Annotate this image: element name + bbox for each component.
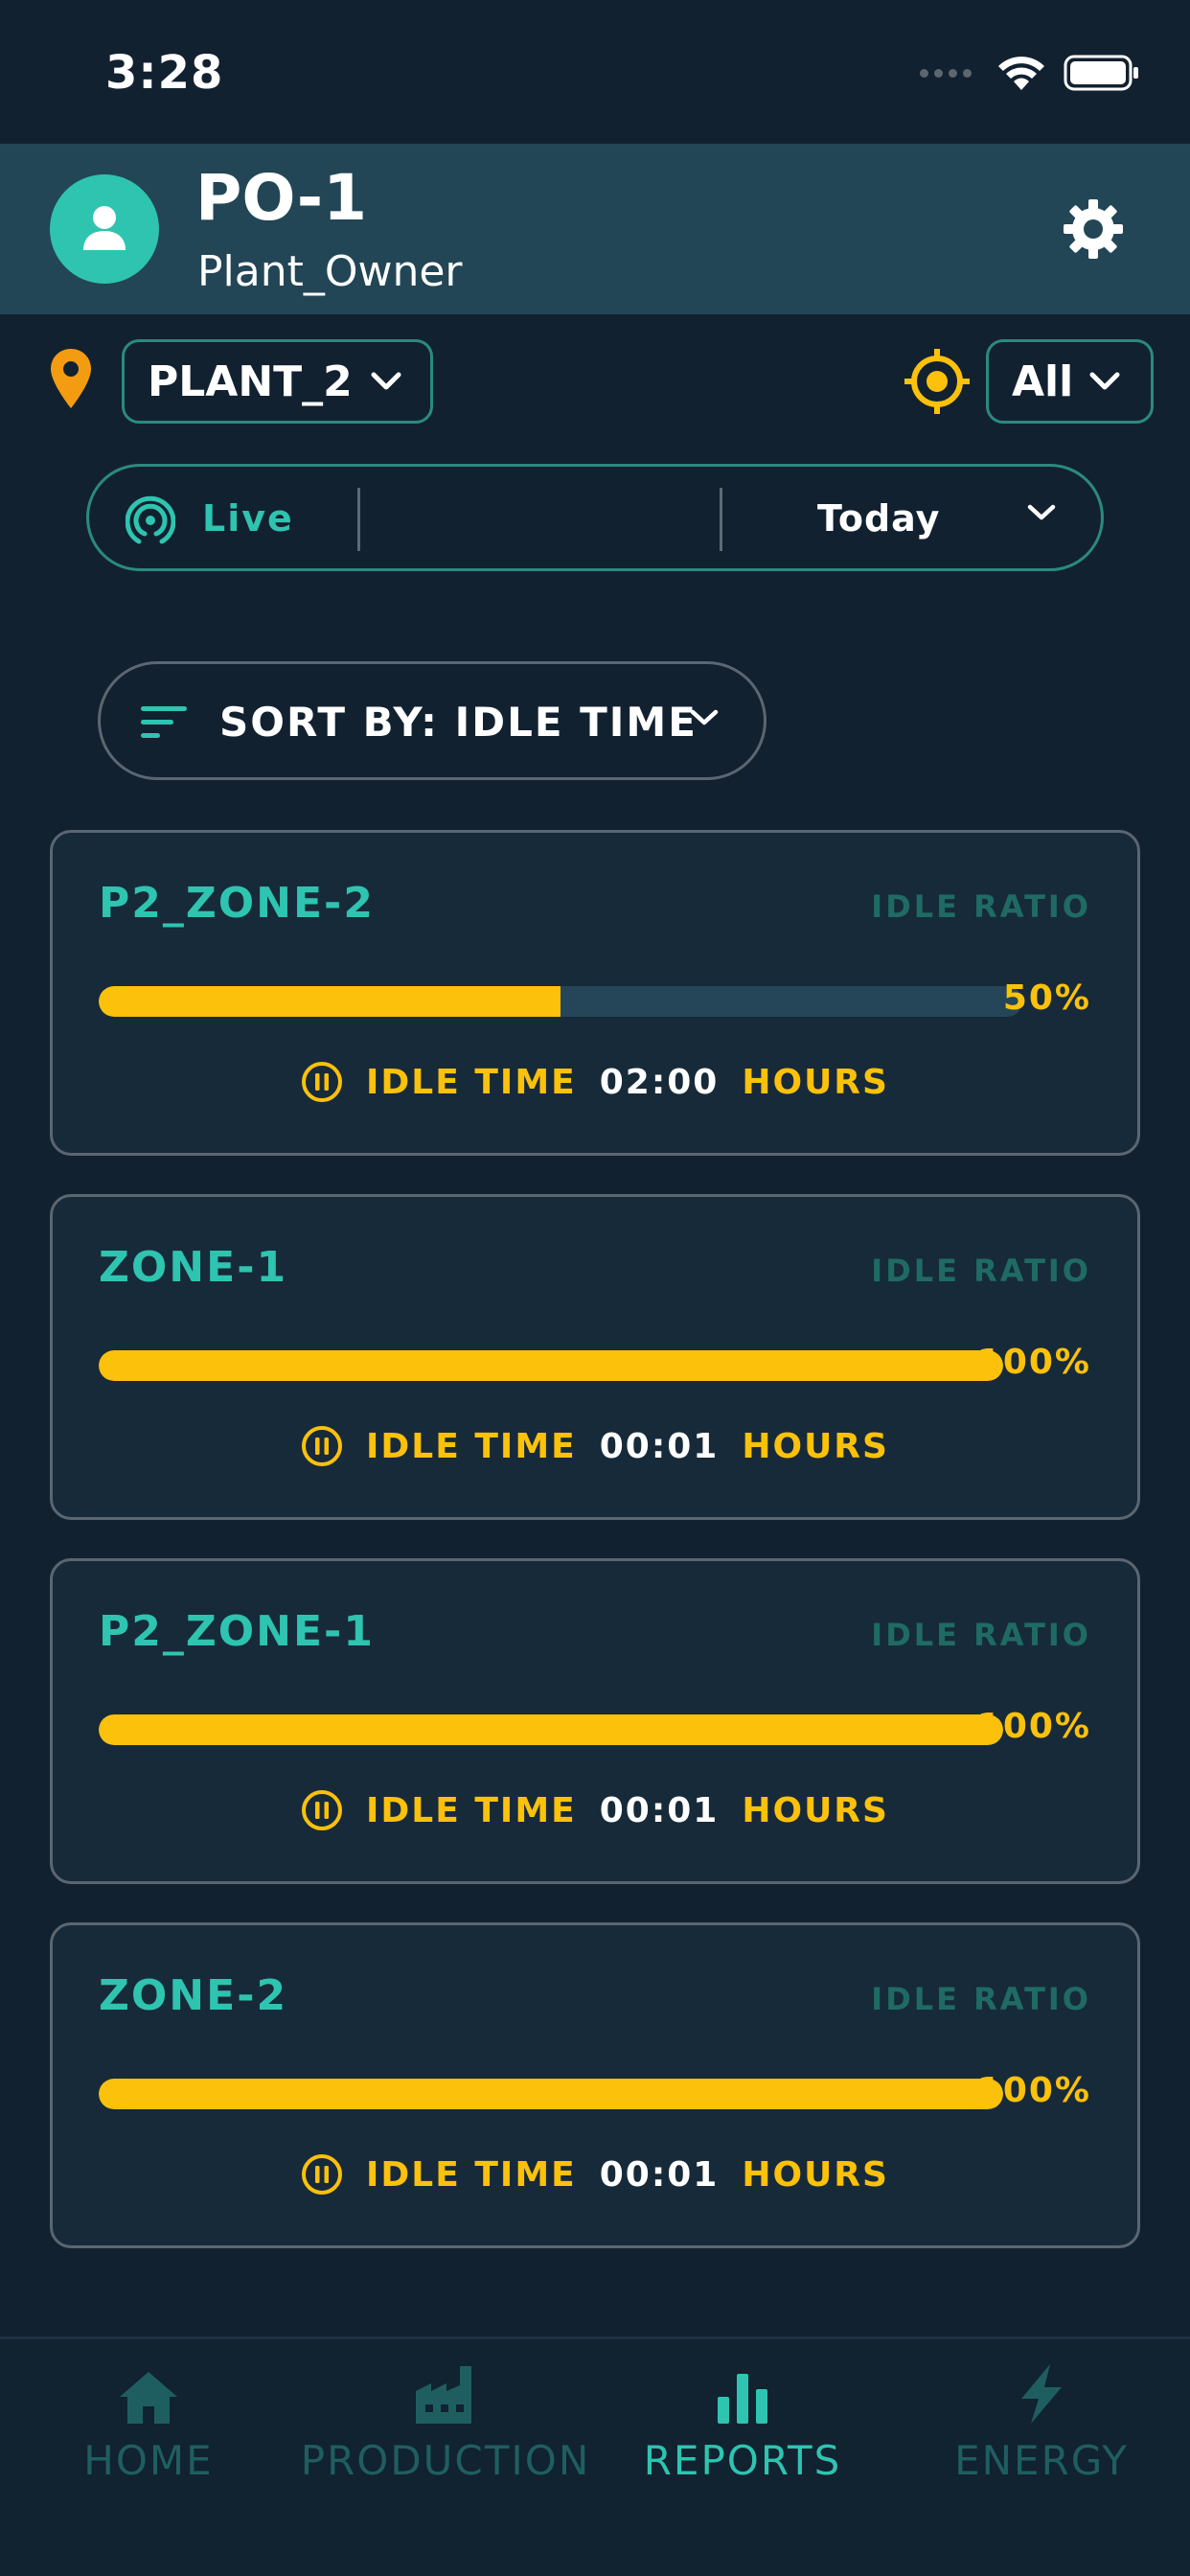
- sort-button[interactable]: SORT BY: IDLE TIME: [98, 661, 767, 780]
- cellular-signal-icon: [920, 68, 972, 78]
- idle-time-unit: HOURS: [742, 1426, 889, 1466]
- nav-energy-label: ENERGY: [954, 2437, 1129, 2484]
- idle-time-unit: HOURS: [742, 1790, 889, 1830]
- idle-ratio-fill: [99, 1350, 1003, 1381]
- zone-card[interactable]: P2_ZONE-1 IDLE RATIO 100% IDLE TIME 00:0…: [50, 1558, 1140, 1884]
- bar-chart-icon: [718, 2374, 767, 2424]
- idle-ratio-label: IDLE RATIO: [871, 1253, 1091, 1289]
- idle-ratio-bar: [99, 1350, 1003, 1381]
- live-toggle[interactable]: Live: [202, 497, 294, 540]
- avatar[interactable]: [50, 174, 159, 284]
- idle-ratio-percent: 100%: [976, 1343, 1091, 1382]
- home-icon: [120, 2372, 177, 2424]
- divider: [720, 488, 722, 551]
- gear-icon[interactable]: [1062, 197, 1125, 261]
- user-name: PO-1: [195, 161, 368, 235]
- wifi-icon: [998, 57, 1044, 90]
- period-dropdown[interactable]: Today: [817, 497, 940, 540]
- idle-time-row: IDLE TIME 02:00 HOURS: [53, 1061, 1137, 1103]
- pause-circle-icon: [302, 1062, 343, 1102]
- idle-time-label: IDLE TIME: [366, 1426, 577, 1466]
- idle-time-value: 00:01: [599, 2154, 720, 2195]
- chevron-down-icon: [371, 372, 401, 390]
- nav-energy[interactable]: ENERGY: [893, 2339, 1190, 2512]
- idle-time-label: IDLE TIME: [366, 1790, 577, 1830]
- zone-card[interactable]: ZONE-1 IDLE RATIO 100% IDLE TIME 00:01 H…: [50, 1194, 1140, 1520]
- target-icon[interactable]: [903, 347, 972, 416]
- status-time: 3:28: [105, 46, 224, 100]
- idle-time-row: IDLE TIME 00:01 HOURS: [53, 1789, 1137, 1831]
- user-role: Plant_Owner: [197, 247, 463, 296]
- idle-time-value: 00:01: [599, 1426, 720, 1466]
- idle-ratio-fill: [99, 2079, 1003, 2109]
- idle-time-label: IDLE TIME: [366, 1062, 577, 1102]
- nav-reports-label: REPORTS: [643, 2437, 842, 2484]
- location-pin-icon: [51, 349, 91, 408]
- idle-ratio-percent: 100%: [976, 1707, 1091, 1746]
- idle-ratio-bar: [99, 2079, 1003, 2109]
- pause-circle-icon: [302, 2154, 343, 2195]
- sort-label: SORT BY: IDLE TIME: [219, 699, 698, 746]
- idle-ratio-label: IDLE RATIO: [871, 1617, 1091, 1653]
- plant-dropdown-value: PLANT_2: [148, 356, 353, 406]
- nav-home[interactable]: HOME: [0, 2339, 297, 2512]
- nav-production-label: PRODUCTION: [300, 2437, 591, 2484]
- zone-card[interactable]: ZONE-2 IDLE RATIO 100% IDLE TIME 00:01 H…: [50, 1922, 1140, 2248]
- idle-time-row: IDLE TIME 00:01 HOURS: [53, 1425, 1137, 1467]
- bottom-nav: HOME PRODUCTION REPORTS ENERGY: [0, 2336, 1190, 2576]
- lightning-icon: [1021, 2364, 1062, 2424]
- zone-name: P2_ZONE-2: [99, 879, 375, 928]
- idle-time-label: IDLE TIME: [366, 2154, 577, 2195]
- pause-circle-icon: [302, 1426, 343, 1466]
- idle-ratio-percent: 100%: [976, 2071, 1091, 2110]
- live-broadcast-icon[interactable]: [126, 495, 175, 545]
- idle-ratio-fill: [99, 1714, 1003, 1745]
- pause-circle-icon: [302, 1790, 343, 1830]
- chevron-down-icon[interactable]: [1026, 503, 1057, 522]
- idle-ratio-fill: [99, 986, 561, 1017]
- idle-time-unit: HOURS: [742, 1062, 889, 1102]
- nav-home-label: HOME: [83, 2437, 214, 2484]
- factory-icon: [416, 2366, 471, 2424]
- idle-ratio-bar: [99, 986, 1022, 1017]
- idle-ratio-bar: [99, 1714, 1003, 1745]
- zone-name: P2_ZONE-1: [99, 1607, 375, 1656]
- scope-dropdown-value: All: [1012, 356, 1074, 406]
- user-icon: [83, 206, 126, 250]
- scope-dropdown[interactable]: All: [986, 339, 1154, 424]
- idle-time-value: 00:01: [599, 1790, 720, 1830]
- status-bar: 3:28: [0, 0, 1190, 144]
- sort-icon: [141, 706, 187, 738]
- idle-time-row: IDLE TIME 00:01 HOURS: [53, 2153, 1137, 2196]
- battery-icon: [1064, 55, 1138, 91]
- nav-production[interactable]: PRODUCTION: [297, 2339, 594, 2512]
- idle-ratio-label: IDLE RATIO: [871, 888, 1091, 925]
- chevron-down-icon: [690, 709, 719, 725]
- chevron-down-icon: [1089, 372, 1120, 390]
- profile-header: PO-1 Plant_Owner: [0, 144, 1190, 314]
- zone-card[interactable]: P2_ZONE-2 IDLE RATIO 50% IDLE TIME 02:00…: [50, 830, 1140, 1156]
- idle-time-unit: HOURS: [742, 2154, 889, 2195]
- zone-name: ZONE-2: [99, 1971, 288, 2020]
- time-filter: Live Today: [86, 464, 1104, 571]
- status-icons: [920, 54, 1140, 92]
- idle-time-value: 02:00: [599, 1062, 720, 1102]
- nav-reports[interactable]: REPORTS: [594, 2339, 891, 2512]
- plant-dropdown[interactable]: PLANT_2: [122, 339, 433, 424]
- idle-ratio-label: IDLE RATIO: [871, 1981, 1091, 2017]
- divider: [357, 488, 360, 551]
- zone-name: ZONE-1: [99, 1243, 288, 1292]
- idle-ratio-percent: 50%: [1002, 978, 1091, 1018]
